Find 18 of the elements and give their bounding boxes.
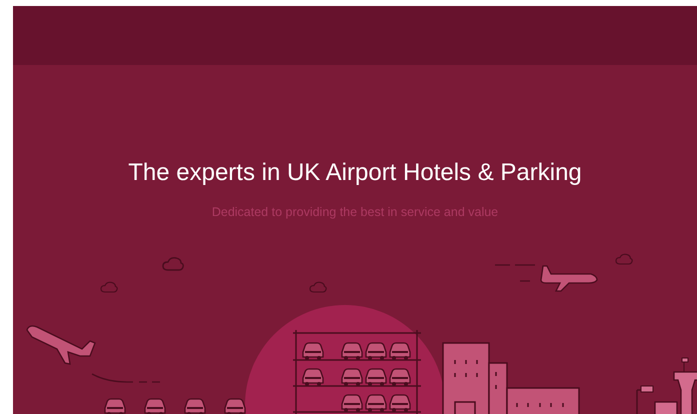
hero-title: The experts in UK Airport Hotels & Parking [128, 159, 582, 187]
control-tower-drawing [636, 358, 697, 414]
car-icon [389, 342, 411, 360]
car-icon [341, 342, 363, 360]
car-icon [144, 398, 166, 414]
cloud-icon [162, 257, 184, 271]
car-icon [224, 398, 246, 414]
car-icon [302, 342, 324, 360]
cloud-icon [309, 282, 327, 293]
car-icon [365, 368, 387, 386]
car-icon [184, 398, 206, 414]
car-icon [104, 398, 126, 414]
car-icon [302, 368, 324, 386]
cloud-icon [615, 254, 633, 265]
car-icon [341, 368, 363, 386]
car-icon [389, 368, 411, 386]
cloud-icon [100, 282, 118, 293]
car-icon [365, 342, 387, 360]
